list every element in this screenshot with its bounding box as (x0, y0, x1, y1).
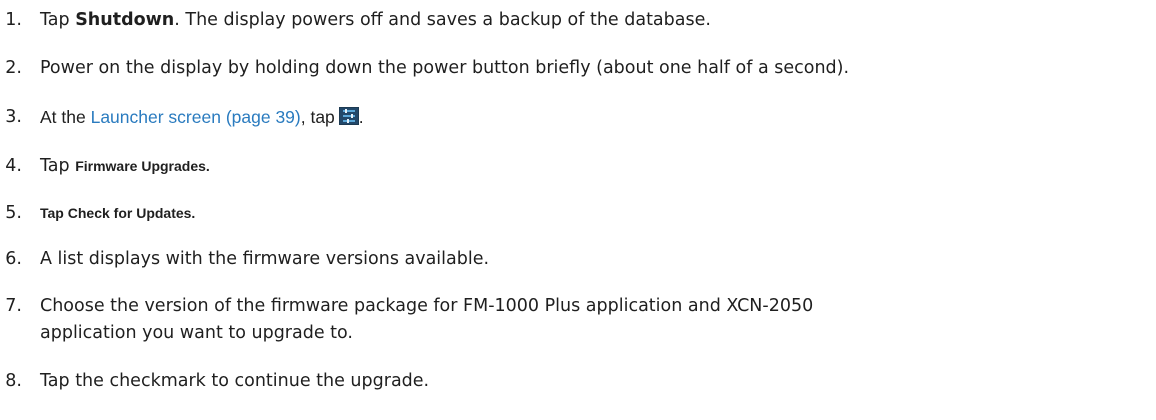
step-text-part: . The display powers off and saves a bac… (174, 10, 711, 30)
step-text-part: , tap (300, 107, 335, 127)
step-text: Tap the checkmark to continue the upgrad… (40, 371, 430, 391)
step-number: 8. (5, 371, 22, 391)
step-number: 5. (5, 203, 22, 223)
settings-icon (338, 106, 359, 125)
step-number: 7. (5, 296, 22, 316)
shutdown-label: Shutdown (75, 10, 175, 30)
firmware-upgrades-label: Firmware Upgrades. (75, 158, 210, 174)
step-number: 2. (5, 58, 22, 78)
step-text-part: At the (40, 107, 91, 127)
check-for-updates-label: Tap Check for Updates. (40, 205, 196, 221)
step-text: A list displays with the firmware versio… (40, 249, 490, 269)
step-text: Choose the version of the firmware packa… (40, 296, 814, 316)
step-number: 4. (5, 156, 22, 176)
step-text: Power on the display by holding down the… (40, 58, 850, 78)
step-7-continuation: application you want to upgrade to. (40, 323, 353, 343)
step-number: 1. (5, 10, 22, 30)
step-text: At the Launcher screen (page 39), tap . (40, 103, 364, 132)
step-text: Tap Firmware Upgrades. (40, 152, 210, 180)
step-text-part: Tap (40, 156, 76, 176)
step-number: 6. (5, 249, 22, 269)
step-text: Tap Shutdown. The display powers off and… (40, 6, 711, 34)
step-text-part: . (358, 107, 364, 127)
launcher-screen-link[interactable]: Launcher screen (page 39) (91, 107, 301, 127)
step-text-part: Tap (40, 10, 76, 30)
step-number: 3. (5, 107, 22, 127)
